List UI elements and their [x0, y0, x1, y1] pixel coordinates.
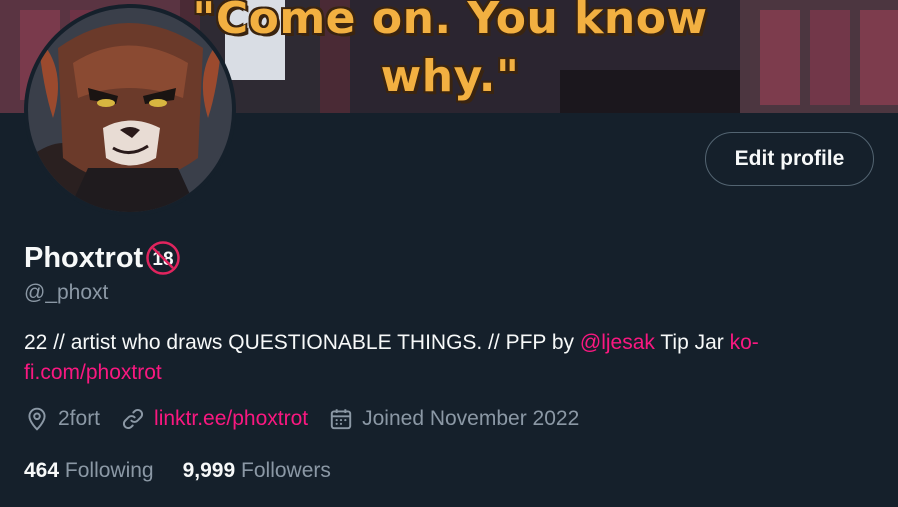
profile-bio: 22 // artist who draws QUESTIONABLE THIN… [24, 328, 854, 388]
followers-count: 9,999 [182, 459, 236, 482]
bio-kofi-link-line-2: fi.com/phoxtrot [24, 361, 162, 384]
profile-stats: 464 Following 9,999 Followers [24, 459, 360, 483]
followers-label: Followers [241, 459, 331, 482]
followers-link[interactable]: 9,999 Followers [183, 459, 331, 483]
banner-quote: "Come on. You know why." [170, 0, 730, 106]
display-name: Phoxtrot [24, 241, 144, 274]
banner-quote-line-2: why." [380, 51, 520, 102]
bio-mention-link[interactable]: @ljesak [580, 331, 655, 354]
user-handle: @_phoxt [24, 281, 109, 304]
no-under-18-icon: 18 [146, 241, 180, 275]
banner-quote-line-1: "Come on. You know [192, 0, 708, 44]
link-icon [122, 408, 144, 430]
joined-item: Joined November 2022 [328, 406, 579, 432]
location-item: 2fort [24, 406, 100, 432]
avatar-frame[interactable] [24, 4, 236, 216]
location-text: 2fort [58, 407, 101, 430]
following-count: 464 [24, 459, 60, 482]
bio-kofi-link-line-1: ko- [729, 331, 759, 354]
bio-text-tipjar: Tip Jar [654, 331, 730, 354]
avatar[interactable] [28, 8, 232, 212]
following-link[interactable]: 464 Following [24, 459, 154, 483]
profile-meta: 2fort linktr.ee/phoxtrot Joined November… [24, 406, 599, 432]
website-item[interactable]: linktr.ee/phoxtrot [120, 406, 308, 432]
avatar-image [28, 8, 232, 212]
name-row: Phoxtrot 18 [24, 240, 181, 276]
bio-text: 22 // artist who draws QUESTIONABLE THIN… [24, 331, 580, 354]
following-label: Following [64, 459, 154, 482]
calendar-icon [330, 409, 352, 430]
location-pin-icon [28, 407, 46, 431]
edit-profile-button[interactable]: Edit profile [705, 132, 874, 186]
joined-date: Joined November 2022 [362, 407, 580, 430]
website-link[interactable]: linktr.ee/phoxtrot [154, 407, 308, 431]
